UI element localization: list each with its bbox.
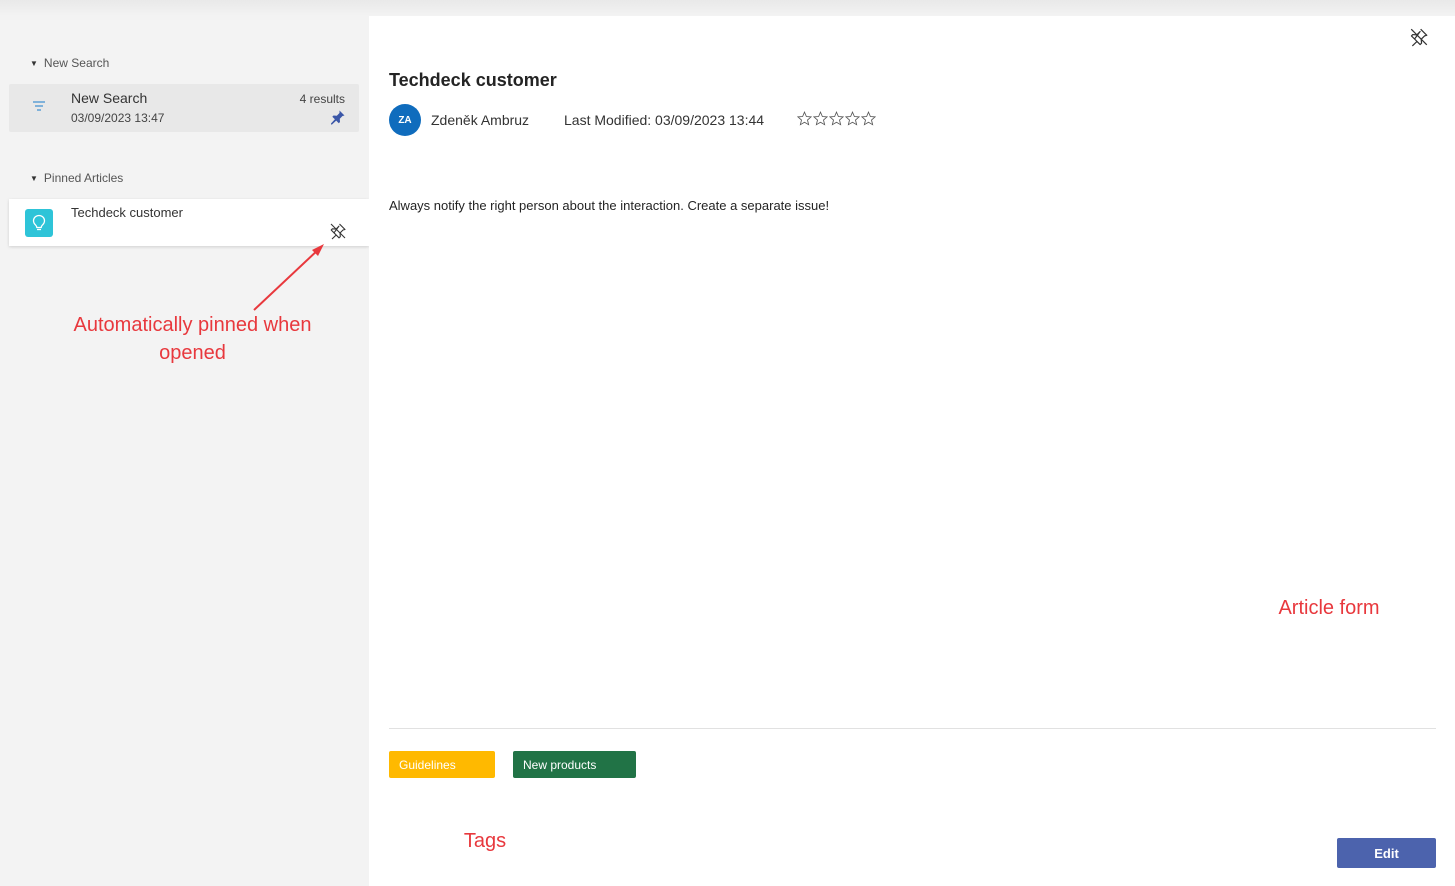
search-item-title: New Search xyxy=(71,90,148,106)
caret-down-icon: ▼ xyxy=(30,58,38,68)
annotation-tags: Tags xyxy=(463,830,507,852)
search-item-date: 03/09/2023 13:47 xyxy=(71,111,165,125)
search-item[interactable]: New Search 03/09/2023 13:47 4 results xyxy=(9,84,359,132)
star-icon[interactable] xyxy=(845,111,860,126)
star-rating[interactable] xyxy=(797,111,876,126)
pinned-articles-header[interactable]: ▼ Pinned Articles xyxy=(30,171,123,185)
sidebar: ▼ New Search New Search 03/09/2023 13:47… xyxy=(0,16,369,886)
article-body: Always notify the right person about the… xyxy=(389,198,830,213)
pin-filled-icon[interactable] xyxy=(330,109,346,125)
annotation-arrow xyxy=(253,244,324,311)
annotation-article-form: Article form xyxy=(1278,597,1380,619)
new-search-header[interactable]: ▼ New Search xyxy=(30,56,109,70)
last-modified: Last Modified: 03/09/2023 13:44 xyxy=(564,112,765,128)
divider xyxy=(389,728,1436,729)
avatar[interactable]: ZA xyxy=(389,104,421,136)
tag-guidelines[interactable]: Guidelines xyxy=(389,751,495,778)
pinned-article-item[interactable]: Techdeck customer xyxy=(9,199,369,246)
star-icon[interactable] xyxy=(797,111,812,126)
star-icon[interactable] xyxy=(813,111,828,126)
unpin-icon[interactable] xyxy=(1409,27,1429,47)
pinned-article-title: Techdeck customer xyxy=(71,205,183,220)
caret-down-icon: ▼ xyxy=(30,173,38,183)
filter-icon xyxy=(33,101,45,111)
annotation-pinned-note: Automatically pinned when opened xyxy=(73,314,312,364)
lightbulb-icon xyxy=(25,209,53,237)
pinned-articles-header-label: Pinned Articles xyxy=(43,171,124,185)
article-title: Techdeck customer xyxy=(389,70,557,90)
tag-new-products[interactable]: New products xyxy=(513,751,636,778)
article-panel: Techdeck customer ZA Zdeněk Ambruz Last … xyxy=(369,16,1455,886)
edit-button[interactable]: Edit xyxy=(1337,838,1436,868)
star-icon[interactable] xyxy=(861,111,876,126)
author-name: Zdeněk Ambruz xyxy=(431,112,530,128)
unpin-icon[interactable] xyxy=(329,222,347,240)
top-bar xyxy=(0,0,1455,16)
new-search-header-label: New Search xyxy=(43,56,110,70)
search-item-results: 4 results xyxy=(299,92,345,106)
star-icon[interactable] xyxy=(829,111,844,126)
